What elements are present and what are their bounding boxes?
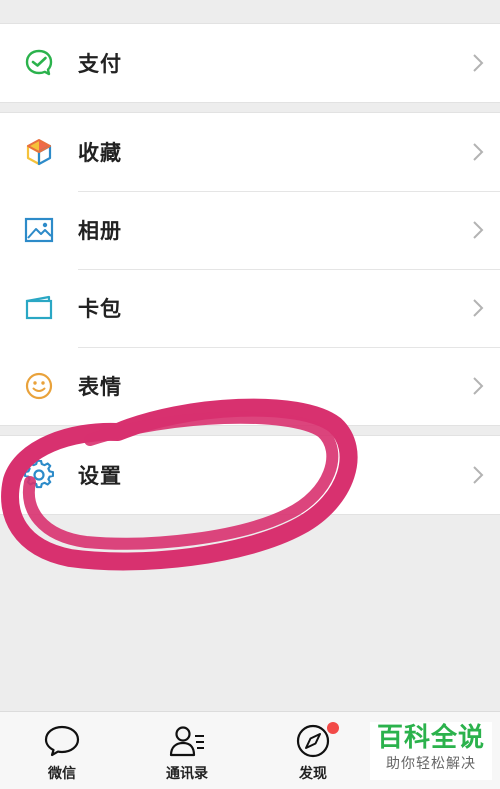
tab-label: 微信 — [48, 766, 76, 782]
card-icon — [0, 269, 78, 347]
menu-item-pay[interactable]: 支付 — [0, 24, 500, 102]
menu-group-settings: 设置 — [0, 435, 500, 515]
chevron-right-icon — [456, 220, 500, 240]
chevron-right-icon — [456, 53, 500, 73]
chevron-right-icon — [456, 142, 500, 162]
menu-item-label: 表情 — [78, 375, 122, 399]
pay-icon — [0, 24, 78, 102]
tab-label: 发现 — [299, 766, 327, 782]
chevron-right-icon — [456, 376, 500, 396]
menu-item-settings[interactable]: 设置 — [0, 436, 500, 514]
menu-item-label: 相册 — [78, 219, 122, 243]
image-icon — [0, 191, 78, 269]
watermark-title: 百科全说 — [376, 723, 485, 753]
menu-group-main: 收藏 相册 卡包 表情 — [0, 112, 500, 426]
tab-chats[interactable]: 微信 — [12, 712, 112, 789]
menu-item-label: 收藏 — [78, 141, 122, 165]
cube-icon — [0, 113, 78, 191]
tab-discover[interactable]: 发现 — [263, 712, 363, 789]
gear-icon — [0, 436, 78, 514]
menu-item-stickers[interactable]: 表情 — [0, 347, 500, 425]
watermark-subtitle: 助你轻松解决 — [386, 756, 476, 772]
menu-item-cards[interactable]: 卡包 — [0, 269, 500, 347]
watermark-logo: 百科全说 助你轻松解决 — [370, 722, 492, 780]
chevron-right-icon — [456, 465, 500, 485]
tab-contacts[interactable]: 通讯录 — [137, 712, 237, 789]
menu-item-label: 卡包 — [78, 297, 122, 321]
notification-dot — [327, 722, 339, 734]
chevron-right-icon — [456, 298, 500, 318]
menu-item-favorites[interactable]: 收藏 — [0, 113, 500, 191]
chat-bubble-icon — [44, 725, 80, 757]
menu-item-label: 设置 — [78, 464, 122, 488]
menu-group-pay: 支付 — [0, 23, 500, 103]
tab-label: 通讯录 — [166, 766, 208, 782]
smiley-icon — [0, 347, 78, 425]
top-divider — [0, 0, 500, 10]
contacts-icon — [169, 726, 204, 757]
menu-item-album[interactable]: 相册 — [0, 191, 500, 269]
menu-item-label: 支付 — [78, 52, 122, 76]
